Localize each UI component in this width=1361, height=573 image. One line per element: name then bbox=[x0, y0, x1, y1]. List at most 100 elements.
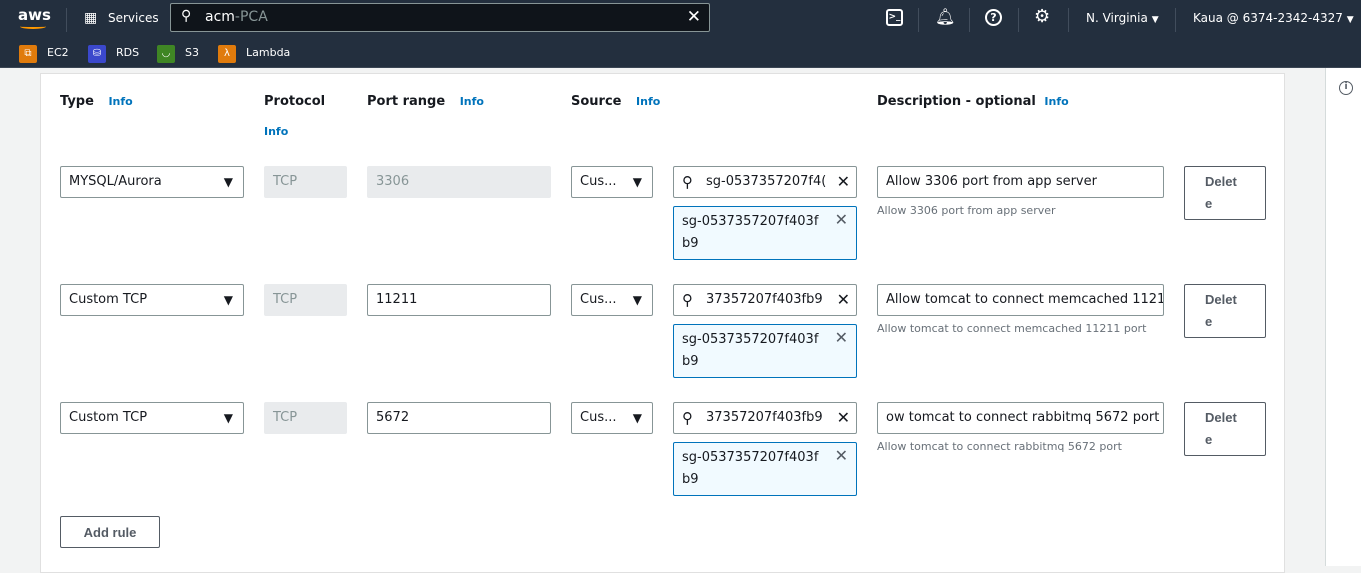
favorite-rds[interactable]: RDS bbox=[116, 46, 139, 59]
protocol-field: TCP bbox=[264, 284, 347, 316]
clear-icon[interactable]: ✕ bbox=[837, 167, 850, 197]
favorite-s3[interactable]: S3 bbox=[185, 46, 199, 59]
aws-logo[interactable]: aws bbox=[18, 6, 51, 24]
sg-search-value: 37357207f403fb9 bbox=[706, 292, 823, 307]
security-group-search[interactable]: ⚲ 37357207f403fb9 ✕ bbox=[673, 402, 857, 434]
description-header: Description - optional Info bbox=[877, 94, 1069, 109]
description-hint: Allow tomcat to connect memcached 11211 … bbox=[877, 322, 1147, 335]
protocol-field: TCP bbox=[264, 166, 347, 198]
type-header: Type Info bbox=[60, 94, 133, 109]
remove-token-icon[interactable]: ✕ bbox=[835, 209, 848, 231]
delete-rule-button[interactable]: Delet e bbox=[1184, 284, 1266, 338]
ec2-icon: ⧉ bbox=[19, 45, 37, 63]
description-info-link[interactable]: Info bbox=[1044, 95, 1068, 108]
source-header: Source Info bbox=[571, 94, 661, 109]
sg-token-label-cont: b9 bbox=[682, 354, 699, 369]
search-icon: ⚲ bbox=[181, 8, 192, 24]
port-range-input: 3306 bbox=[367, 166, 551, 198]
description-input[interactable]: ow tomcat to connect rabbitmq 5672 port bbox=[877, 402, 1164, 434]
port-info-link[interactable]: Info bbox=[460, 95, 484, 108]
caret-down-icon: ▼ bbox=[223, 293, 233, 307]
caret-down-icon: ▼ bbox=[1151, 15, 1159, 25]
clear-search-icon[interactable]: ✕ bbox=[687, 7, 701, 27]
favorite-lambda[interactable]: Lambda bbox=[246, 46, 290, 59]
cloudshell-icon[interactable]: >_ bbox=[886, 9, 903, 26]
description-hint: Allow 3306 port from app server bbox=[877, 204, 1056, 217]
protocol-header: Protocol bbox=[264, 94, 326, 109]
delete-label-cont: e bbox=[1205, 432, 1213, 447]
s3-bucket-icon: ◡ bbox=[157, 45, 175, 63]
type-info-link[interactable]: Info bbox=[108, 95, 132, 108]
source-info-link[interactable]: Info bbox=[636, 95, 660, 108]
sg-search-value: sg-0537357207f4( bbox=[706, 174, 827, 189]
remove-token-icon[interactable]: ✕ bbox=[835, 327, 848, 349]
port-range-input[interactable]: 11211 bbox=[367, 284, 551, 316]
grid-icon: ▦ bbox=[84, 10, 98, 26]
source-value: Cus... bbox=[580, 174, 617, 189]
search-value: acm bbox=[205, 9, 235, 25]
lambda-icon: λ bbox=[218, 45, 236, 63]
add-rule-button[interactable]: Add rule bbox=[60, 516, 160, 548]
delete-rule-button[interactable]: Delet e bbox=[1184, 402, 1266, 456]
port-range-header: Port range Info bbox=[367, 94, 484, 109]
source-select[interactable]: Cus... ▼ bbox=[571, 166, 653, 198]
remove-token-icon[interactable]: ✕ bbox=[835, 445, 848, 467]
type-select[interactable]: Custom TCP ▼ bbox=[60, 284, 244, 316]
source-select[interactable]: Cus... ▼ bbox=[571, 402, 653, 434]
help-icon[interactable]: ? bbox=[985, 9, 1002, 26]
type-value: MYSQL/Aurora bbox=[69, 174, 162, 189]
type-value: Custom TCP bbox=[69, 410, 148, 425]
security-group-token: sg-0537357207f403f b9 ✕ bbox=[673, 206, 857, 260]
type-select[interactable]: MYSQL/Aurora ▼ bbox=[60, 166, 244, 198]
aws-smile-icon bbox=[20, 24, 46, 29]
caret-down-icon: ▼ bbox=[1346, 15, 1354, 25]
security-group-search[interactable]: ⚲ sg-0537357207f4( ✕ bbox=[673, 166, 857, 198]
security-group-token: sg-0537357207f403f b9 ✕ bbox=[673, 324, 857, 378]
services-menu[interactable]: Services bbox=[108, 11, 159, 25]
favorites-bar bbox=[0, 40, 1361, 68]
sg-token-label: sg-0537357207f403f bbox=[682, 214, 819, 229]
security-group-search[interactable]: ⚲ 37357207f403fb9 ✕ bbox=[673, 284, 857, 316]
info-icon[interactable]: i bbox=[1339, 81, 1353, 95]
search-icon: ⚲ bbox=[682, 173, 693, 191]
bell-icon[interactable]: 🔔︎ bbox=[935, 7, 955, 26]
account-menu[interactable]: Kaua @ 6374-2342-4327 ▼ bbox=[1193, 11, 1354, 25]
sg-token-label-cont: b9 bbox=[682, 472, 699, 487]
protocol-field: TCP bbox=[264, 402, 347, 434]
delete-label-cont: e bbox=[1205, 196, 1213, 211]
caret-down-icon: ▼ bbox=[632, 175, 642, 189]
caret-down-icon: ▼ bbox=[632, 411, 642, 425]
gear-icon[interactable]: ⚙ bbox=[1034, 6, 1050, 27]
caret-down-icon: ▼ bbox=[632, 293, 642, 307]
source-select[interactable]: Cus... ▼ bbox=[571, 284, 653, 316]
account-label: Kaua @ 6374-2342-4327 bbox=[1193, 11, 1343, 25]
sg-token-label-cont: b9 bbox=[682, 236, 699, 251]
caret-down-icon: ▼ bbox=[223, 175, 233, 189]
protocol-info-link[interactable]: Info bbox=[264, 125, 288, 138]
top-nav: aws ▦ Services ⚲ acm-PCA ✕ >_ 🔔︎ ? ⚙ N. … bbox=[0, 0, 1361, 40]
description-input[interactable]: Allow tomcat to connect memcached 1121 bbox=[877, 284, 1164, 316]
clear-icon[interactable]: ✕ bbox=[837, 285, 850, 315]
help-panel: i bbox=[1325, 68, 1361, 566]
type-select[interactable]: Custom TCP ▼ bbox=[60, 402, 244, 434]
clear-icon[interactable]: ✕ bbox=[837, 403, 850, 433]
favorite-ec2[interactable]: EC2 bbox=[47, 46, 69, 59]
security-group-token: sg-0537357207f403f b9 ✕ bbox=[673, 442, 857, 496]
delete-label-cont: e bbox=[1205, 314, 1213, 329]
search-input[interactable]: ⚲ acm-PCA ✕ bbox=[170, 3, 710, 32]
delete-label: Delet bbox=[1205, 174, 1237, 189]
description-input[interactable]: Allow 3306 port from app server bbox=[877, 166, 1164, 198]
region-label: N. Virginia bbox=[1086, 11, 1148, 25]
delete-label: Delet bbox=[1205, 410, 1237, 425]
delete-label: Delet bbox=[1205, 292, 1237, 307]
delete-rule-button[interactable]: Delet e bbox=[1184, 166, 1266, 220]
region-menu[interactable]: N. Virginia ▼ bbox=[1086, 11, 1159, 25]
type-value: Custom TCP bbox=[69, 292, 148, 307]
search-icon: ⚲ bbox=[682, 409, 693, 427]
sg-token-label: sg-0537357207f403f bbox=[682, 332, 819, 347]
sg-token-label: sg-0537357207f403f bbox=[682, 450, 819, 465]
rds-icon: ⛁ bbox=[88, 45, 106, 63]
description-hint: Allow tomcat to connect rabbitmq 5672 po… bbox=[877, 440, 1122, 453]
source-value: Cus... bbox=[580, 410, 617, 425]
port-range-input[interactable]: 5672 bbox=[367, 402, 551, 434]
